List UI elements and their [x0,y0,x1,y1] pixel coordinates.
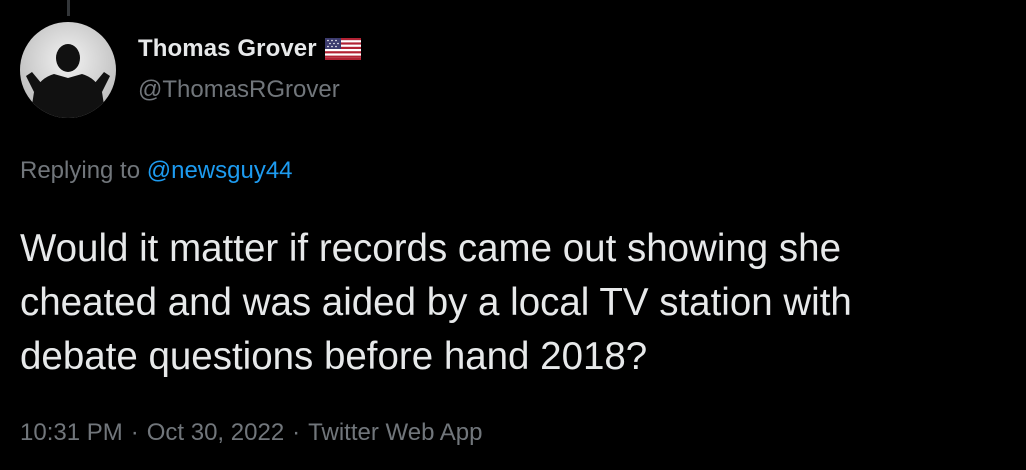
replying-to-line: Replying to @newsguy44 [20,157,293,185]
replying-to-label: Replying to [20,157,141,184]
tweet-time-link[interactable]: 10:31 PM [20,419,123,446]
author-handle[interactable]: @ThomasRGrover [138,76,340,104]
us-flag-icon [324,38,361,60]
tweet-text-line: cheated and was aided by a local TV stat… [20,281,852,324]
author-name-row: Thomas Grover [138,34,361,64]
author-display-name[interactable]: Thomas Grover [138,35,317,63]
reply-mention-link[interactable]: @newsguy44 [147,157,293,184]
avatar-silhouette-icon [20,22,116,118]
tweet-body: Would it matter if records came out show… [20,222,1010,384]
thread-connector-line [67,0,70,16]
tweet-source: Twitter Web App [308,419,483,446]
tweet-meta: 10:31 PM · Oct 30, 2022 · Twitter Web App [20,419,482,447]
tweet-text-line: Would it matter if records came out show… [20,227,841,270]
avatar[interactable] [20,22,116,118]
meta-separator: · [292,419,301,446]
meta-separator: · [130,419,139,446]
tweet-text-line: debate questions before hand 2018? [20,335,648,378]
tweet-date-link[interactable]: Oct 30, 2022 [147,419,284,446]
